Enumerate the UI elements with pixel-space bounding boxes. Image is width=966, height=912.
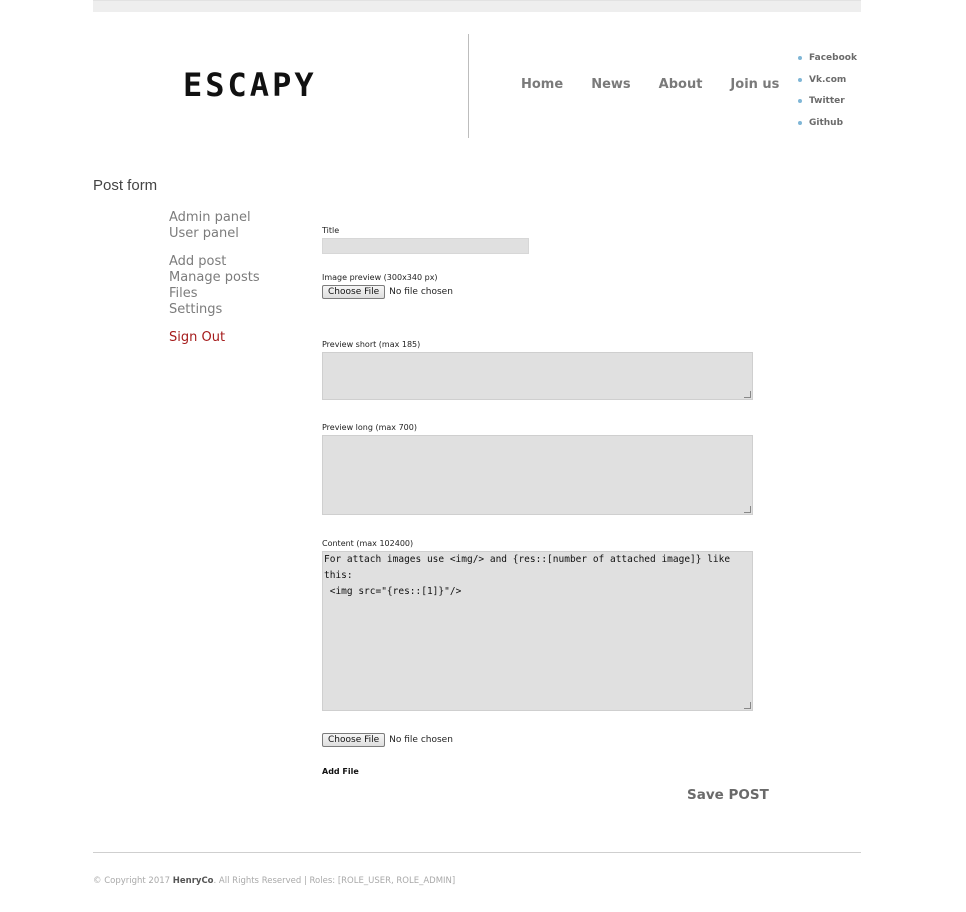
top-strip	[93, 0, 861, 12]
nav-about[interactable]: About	[659, 77, 703, 92]
nav-home[interactable]: Home	[521, 77, 563, 92]
social-label[interactable]: Facebook	[809, 53, 857, 63]
resize-handle-icon[interactable]	[744, 506, 751, 513]
preview-short-textarea[interactable]	[322, 352, 753, 400]
main-nav: Home News About Join us	[521, 77, 807, 92]
preview-long-label: Preview long (max 700)	[322, 423, 417, 432]
sidebar-item-admin-panel[interactable]: Admin panel	[169, 210, 260, 226]
bullet-icon	[798, 55, 802, 60]
sidebar-item-settings[interactable]: Settings	[169, 302, 260, 318]
social-facebook[interactable]: Facebook	[798, 47, 857, 69]
title-label: Title	[322, 226, 340, 235]
social-label[interactable]: Github	[809, 118, 843, 128]
preview-long-textarea[interactable]	[322, 435, 753, 515]
image-file-status: No file chosen	[389, 287, 453, 297]
social-links: Facebook Vk.com Twitter Github	[798, 47, 857, 134]
resize-handle-icon[interactable]	[744, 702, 751, 709]
resize-handle-icon[interactable]	[744, 391, 751, 398]
site-logo[interactable]: ESCAPY	[183, 66, 317, 104]
social-github[interactable]: Github	[798, 112, 857, 134]
content-textarea[interactable]: For attach images use <img/> and {res::[…	[322, 551, 753, 711]
sidebar-item-user-panel[interactable]: User panel	[169, 226, 260, 242]
social-vk[interactable]: Vk.com	[798, 69, 857, 91]
social-label[interactable]: Twitter	[809, 96, 845, 106]
footer-copyright: © Copyright 2017	[93, 876, 171, 886]
sidebar-menu: Admin panel User panel Add post Manage p…	[169, 210, 260, 346]
image-file-input: Choose File No file chosen	[322, 285, 754, 299]
attachment-file-status: No file chosen	[389, 735, 453, 745]
bullet-icon	[798, 77, 802, 82]
page-title: Post form	[93, 177, 158, 194]
post-form: Title Image preview (300x340 px) Choose …	[322, 226, 754, 776]
content-value: For attach images use <img/> and {res::[…	[324, 554, 731, 597]
image-preview-label: Image preview (300x340 px)	[322, 273, 438, 282]
footer-roles: . All Rights Reserved | Roles: [ROLE_USE…	[213, 876, 456, 886]
title-input[interactable]	[322, 238, 529, 254]
image-choose-file-button[interactable]: Choose File	[322, 285, 386, 299]
bullet-icon	[798, 99, 802, 104]
social-label[interactable]: Vk.com	[809, 75, 846, 85]
header-divider	[468, 34, 469, 138]
nav-news[interactable]: News	[591, 77, 630, 92]
footer-brand: HenryCo	[172, 876, 214, 886]
nav-join-us[interactable]: Join us	[730, 77, 779, 92]
footer-divider	[93, 852, 861, 853]
social-twitter[interactable]: Twitter	[798, 91, 857, 113]
save-post-button[interactable]: Save POST	[687, 787, 769, 803]
content-label: Content (max 102400)	[322, 539, 414, 548]
add-file-button[interactable]: Add File	[322, 767, 754, 776]
attachment-file-input: Choose File No file chosen	[322, 733, 754, 747]
preview-short-label: Preview short (max 185)	[322, 340, 421, 349]
sidebar-item-add-post[interactable]: Add post	[169, 254, 260, 270]
footer: © Copyright 2017 HenryCo. All Rights Res…	[93, 876, 455, 886]
attachment-choose-file-button[interactable]: Choose File	[322, 733, 386, 747]
bullet-icon	[798, 121, 802, 126]
sign-out-link[interactable]: Sign Out	[169, 330, 260, 346]
sidebar-item-files[interactable]: Files	[169, 286, 260, 302]
sidebar-item-manage-posts[interactable]: Manage posts	[169, 270, 260, 286]
